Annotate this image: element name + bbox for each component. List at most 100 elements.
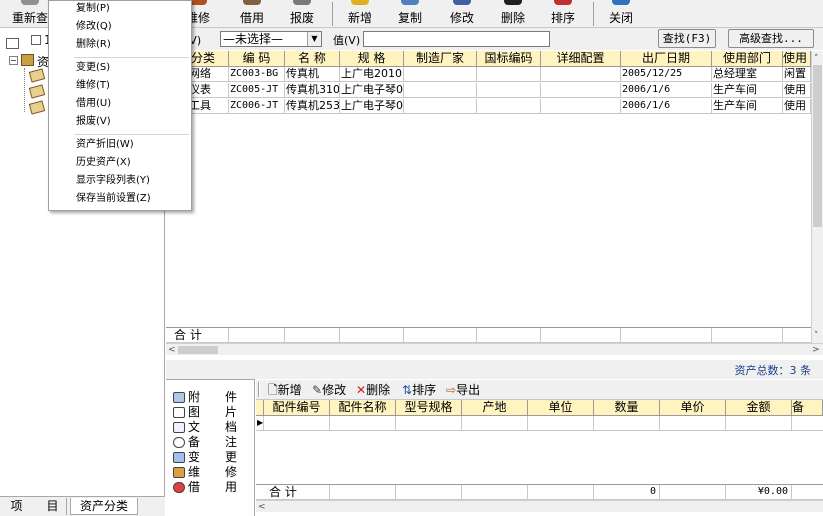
tab-asset-category[interactable]: 资产分类 [70, 498, 138, 515]
scroll-thumb[interactable] [178, 346, 218, 354]
menu-item-history[interactable]: 历史资产(X) [76, 155, 131, 171]
grid-vertical-scrollbar[interactable]: ˄ ˅ [811, 51, 823, 343]
col-header-model[interactable]: 型号规格 [396, 400, 462, 416]
cell-date: 2006/1/6 [621, 99, 712, 114]
table-row[interactable]: 仪器仪表 ZC005-JT 传真机310 上广电子琴0 2006/1/6 生产车… [166, 83, 811, 98]
repair-icon [173, 467, 185, 478]
col-header-spec[interactable]: 规 格 [340, 51, 404, 67]
search-field-select[interactable]: —未选择— ▼ [220, 31, 322, 47]
toolbar-grip [258, 382, 260, 397]
scroll-left-icon[interactable]: < [258, 502, 266, 512]
category-icon[interactable] [28, 84, 46, 99]
tab-project[interactable]: 项 目 [3, 498, 67, 515]
close-button[interactable]: 关闭 [601, 0, 641, 28]
side-item-change[interactable]: 变 更 [173, 450, 253, 465]
borrow-button[interactable]: 借用 [232, 0, 272, 28]
col-header-gb-code[interactable]: 国标编码 [477, 51, 541, 67]
delete-icon [504, 0, 522, 5]
add-icon [351, 0, 369, 5]
menu-item-repair[interactable]: 维修(T) [76, 78, 110, 94]
grid-horizontal-scrollbar[interactable]: < > [166, 343, 823, 355]
menu-item-copy[interactable]: 复制(P) [76, 1, 110, 17]
col-header-amount[interactable]: 金额 [726, 400, 792, 416]
col-header-config[interactable]: 详细配置 [541, 51, 621, 67]
cell-code: ZC003-BG [229, 67, 285, 82]
table-row[interactable]: ▶ [256, 416, 823, 431]
tree-expand-icon[interactable]: − [9, 56, 18, 65]
refresh-button[interactable]: 重新查 [8, 0, 52, 28]
side-item-document[interactable]: 文 档 [173, 420, 253, 435]
side-item-attachment[interactable]: 附 件 [173, 390, 253, 405]
parts-delete-button[interactable]: ✕删除 [356, 382, 390, 398]
copy-button[interactable]: 复制 [390, 0, 430, 28]
delete-button[interactable]: 删除 [493, 0, 533, 28]
scrap-button[interactable]: 报废 [282, 0, 322, 28]
side-item-repair[interactable]: 维 修 [173, 465, 253, 480]
col-header-department[interactable]: 使用部门 [712, 51, 783, 67]
sort-icon [554, 0, 572, 5]
col-header-remark[interactable]: 备 [792, 400, 823, 416]
find-button[interactable]: 查找(F3) [658, 29, 716, 48]
parts-sort-button[interactable]: ⇅排序 [402, 382, 436, 398]
col-header-part-code[interactable]: 配件编号 [264, 400, 330, 416]
col-header-quantity[interactable]: 数量 [594, 400, 660, 416]
scroll-left-icon[interactable]: < [168, 345, 176, 355]
col-header-unit[interactable]: 单位 [528, 400, 594, 416]
col-header-manufacturer[interactable]: 制造厂家 [404, 51, 477, 67]
category-icon[interactable] [28, 68, 46, 83]
col-header-origin[interactable]: 产地 [462, 400, 528, 416]
side-item-picture[interactable]: 图 片 [173, 405, 253, 420]
cell-department: 生产车间 [712, 83, 783, 98]
menu-item-borrow[interactable]: 借用(U) [76, 96, 111, 112]
cell-name: 传真机 [285, 67, 340, 82]
scroll-right-icon[interactable]: > [812, 345, 820, 355]
toolbar-separator [332, 2, 333, 26]
menu-item-change[interactable]: 变更(S) [76, 60, 110, 76]
search-value-input[interactable] [363, 31, 550, 47]
parts-add-button[interactable]: 🗋新增 [268, 382, 302, 398]
table-row[interactable]: 交通工具 ZC006-JT 传真机253 上广电子琴0 2006/1/6 生产车… [166, 99, 811, 114]
side-item-borrow[interactable]: 借 用 [173, 480, 253, 495]
parts-horizontal-scrollbar[interactable]: < [256, 500, 823, 512]
cell-code: ZC006-JT [229, 99, 285, 114]
sort-icon: ⇅ [402, 383, 413, 397]
tree-checkbox[interactable] [31, 35, 41, 45]
menu-item-depreciation[interactable]: 资产折旧(W) [76, 137, 134, 153]
cell-usage: 闲置 [783, 67, 811, 82]
dropdown-arrow-icon[interactable]: ▼ [307, 32, 321, 46]
col-header-part-name[interactable]: 配件名称 [330, 400, 396, 416]
cell-config [541, 83, 621, 98]
col-header-name[interactable]: 名 称 [285, 51, 340, 67]
table-row[interactable]: 电脑网络 ZC003-BG 传真机 上广电2010 2005/12/25 总经理… [166, 67, 811, 82]
menu-item-scrap[interactable]: 报废(V) [76, 114, 111, 130]
document-icon [173, 422, 185, 433]
cell-manufacturer [404, 67, 477, 82]
parts-export-button[interactable]: ⇨导出 [446, 382, 480, 398]
col-header-code[interactable]: 编 码 [229, 51, 285, 67]
menu-item-edit[interactable]: 修改(Q) [76, 19, 112, 35]
tree-toggle-icon[interactable] [6, 38, 19, 49]
category-icon[interactable] [28, 100, 46, 115]
cell-department: 生产车间 [712, 99, 783, 114]
cell-config [541, 67, 621, 82]
scroll-down-icon[interactable]: ˅ [814, 331, 819, 341]
add-button[interactable]: 新增 [340, 0, 380, 28]
copy-icon [401, 0, 419, 5]
parts-edit-button[interactable]: ✎修改 [312, 382, 346, 398]
scroll-thumb[interactable] [813, 65, 822, 227]
scroll-up-icon[interactable]: ˄ [814, 54, 819, 64]
sort-button[interactable]: 排序 [543, 0, 583, 28]
col-header-usage[interactable]: 使用 [783, 51, 811, 67]
parts-grid-header: 配件编号 配件名称 型号规格 产地 单位 数量 单价 金额 备 [256, 400, 823, 416]
side-item-note[interactable]: 备 注 [173, 435, 253, 450]
folder-icon [21, 54, 34, 66]
cell-date: 2005/12/25 [621, 67, 712, 82]
edit-button[interactable]: 修改 [442, 0, 482, 28]
col-header-date[interactable]: 出厂日期 [621, 51, 712, 67]
menu-item-save-settings[interactable]: 保存当前设置(Z) [76, 191, 151, 207]
menu-item-delete[interactable]: 删除(R) [76, 37, 111, 53]
menu-separator [74, 57, 189, 58]
advanced-find-button[interactable]: 高级查找... [728, 29, 814, 48]
menu-item-field-list[interactable]: 显示字段列表(Y) [76, 173, 150, 189]
col-header-price[interactable]: 单价 [660, 400, 726, 416]
